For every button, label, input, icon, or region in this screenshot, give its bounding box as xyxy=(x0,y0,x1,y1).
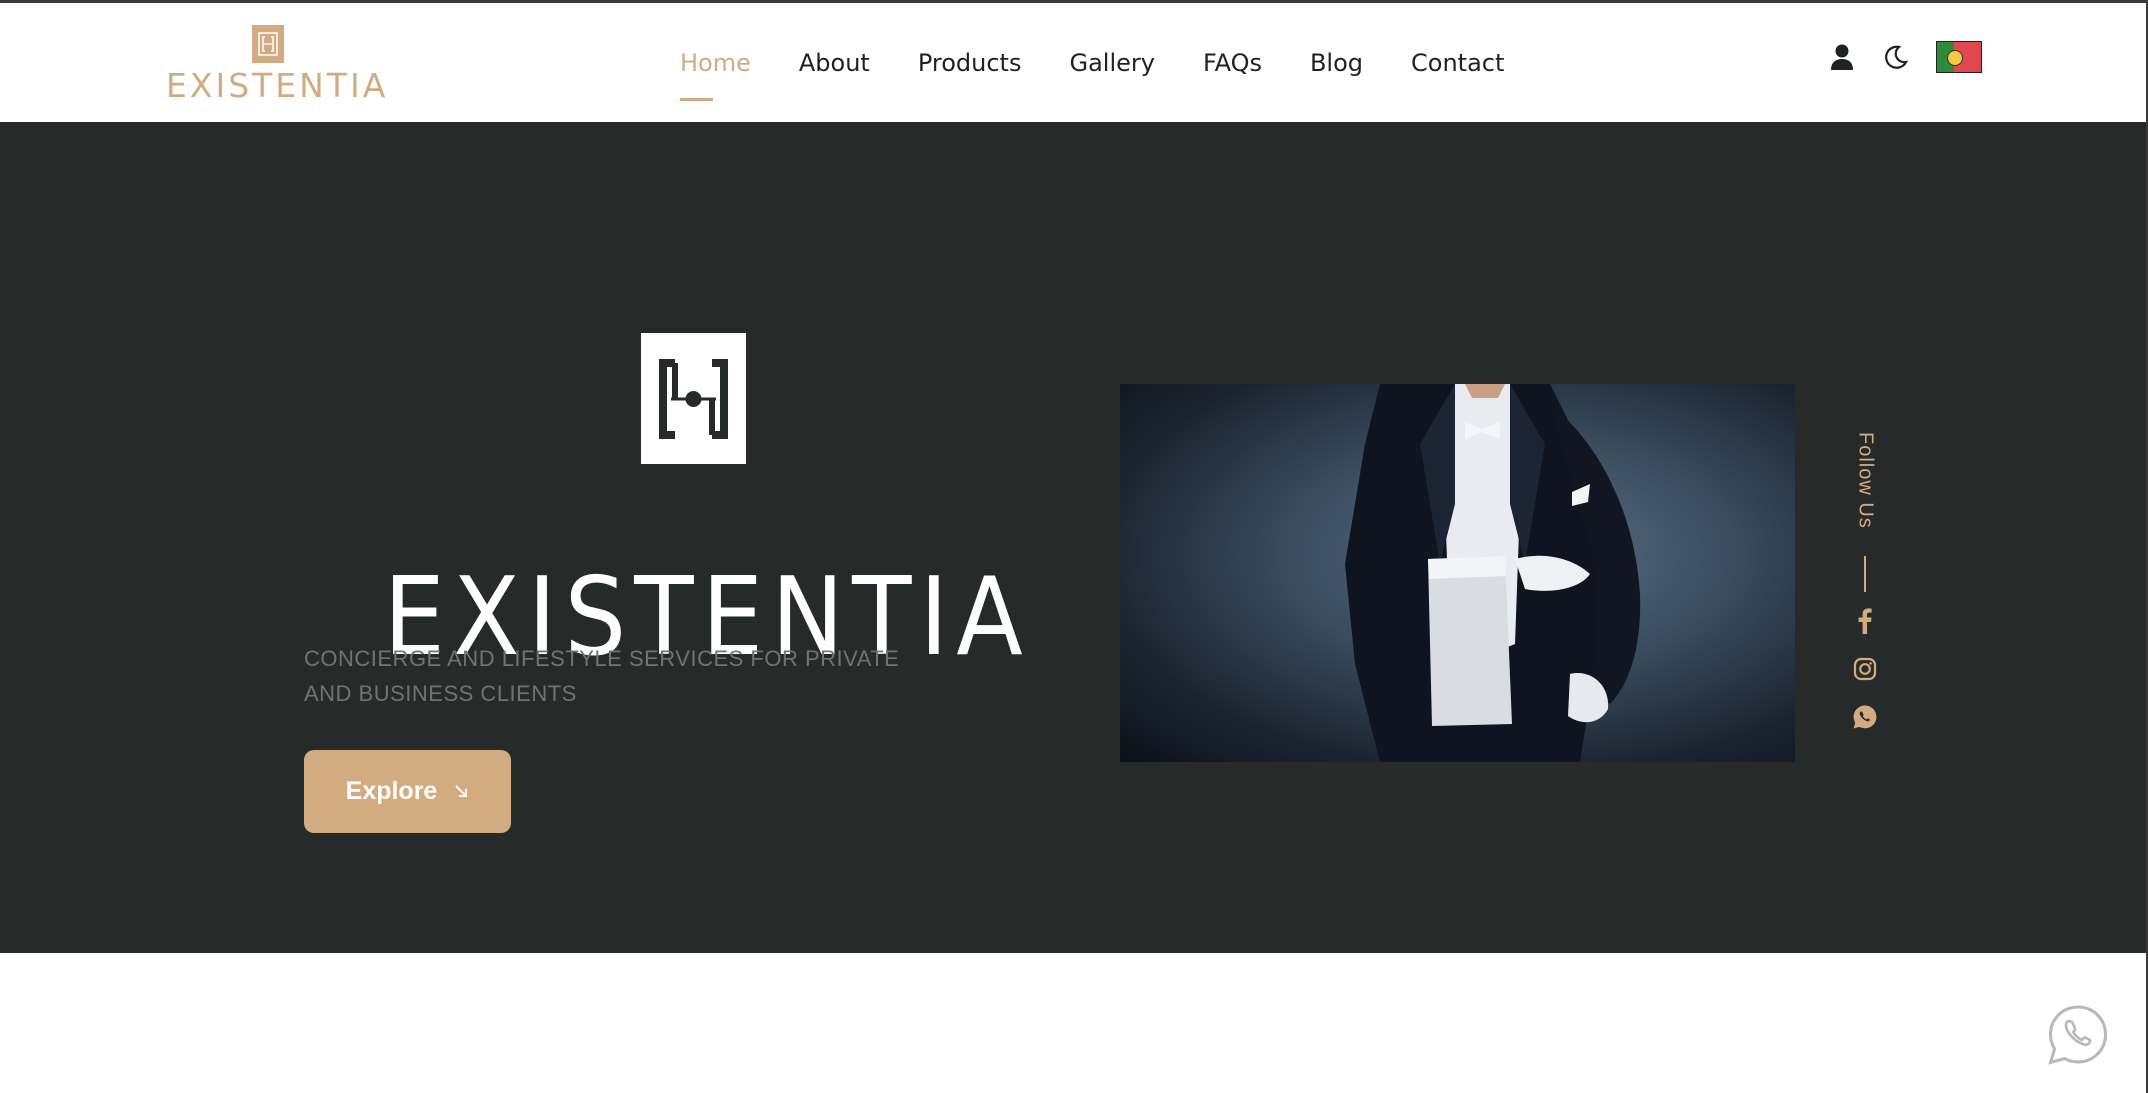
facebook-icon[interactable] xyxy=(1850,606,1880,636)
logo-mark-icon xyxy=(252,25,284,63)
nav-about[interactable]: About xyxy=(799,47,870,87)
site-header: EXISTENTIA Home About Products Gallery F… xyxy=(0,3,2146,122)
hero-subtitle: CONCIERGE AND LIFESTYLE SERVICES FOR PRI… xyxy=(304,646,900,706)
explore-button-label: Explore xyxy=(345,777,438,805)
nav-contact[interactable]: Contact xyxy=(1411,47,1504,87)
follow-us-label: Follow Us xyxy=(1854,432,1877,529)
logo-text: EXISTENTIA xyxy=(166,66,389,105)
user-icon[interactable] xyxy=(1828,42,1856,72)
nav-faqs[interactable]: FAQs xyxy=(1203,47,1262,87)
follow-divider xyxy=(1864,556,1866,592)
whatsapp-icon[interactable] xyxy=(1850,702,1880,732)
whatsapp-chat-icon[interactable] xyxy=(2046,1003,2110,1067)
nav-gallery[interactable]: Gallery xyxy=(1069,47,1154,87)
instagram-icon[interactable] xyxy=(1850,654,1880,684)
hero-logo-mark-icon xyxy=(641,333,746,464)
site-logo[interactable]: EXISTENTIA xyxy=(166,25,389,105)
moon-icon[interactable] xyxy=(1882,42,1910,72)
hero-section: EXISTENTIA CONCIERGE AND LIFESTYLE SERVI… xyxy=(0,122,2146,953)
header-actions xyxy=(1828,41,1982,73)
nav-blog[interactable]: Blog xyxy=(1310,47,1363,87)
nav-home[interactable]: Home xyxy=(680,47,751,101)
arrow-down-right-icon xyxy=(453,777,469,806)
main-nav: Home About Products Gallery FAQs Blog Co… xyxy=(680,47,1504,101)
butler-photo xyxy=(1120,384,1795,762)
portugal-flag-icon[interactable] xyxy=(1936,41,1982,73)
explore-button[interactable]: Explore xyxy=(304,750,511,833)
follow-us-rail: Follow Us xyxy=(1845,432,1885,750)
nav-products[interactable]: Products xyxy=(918,47,1022,87)
